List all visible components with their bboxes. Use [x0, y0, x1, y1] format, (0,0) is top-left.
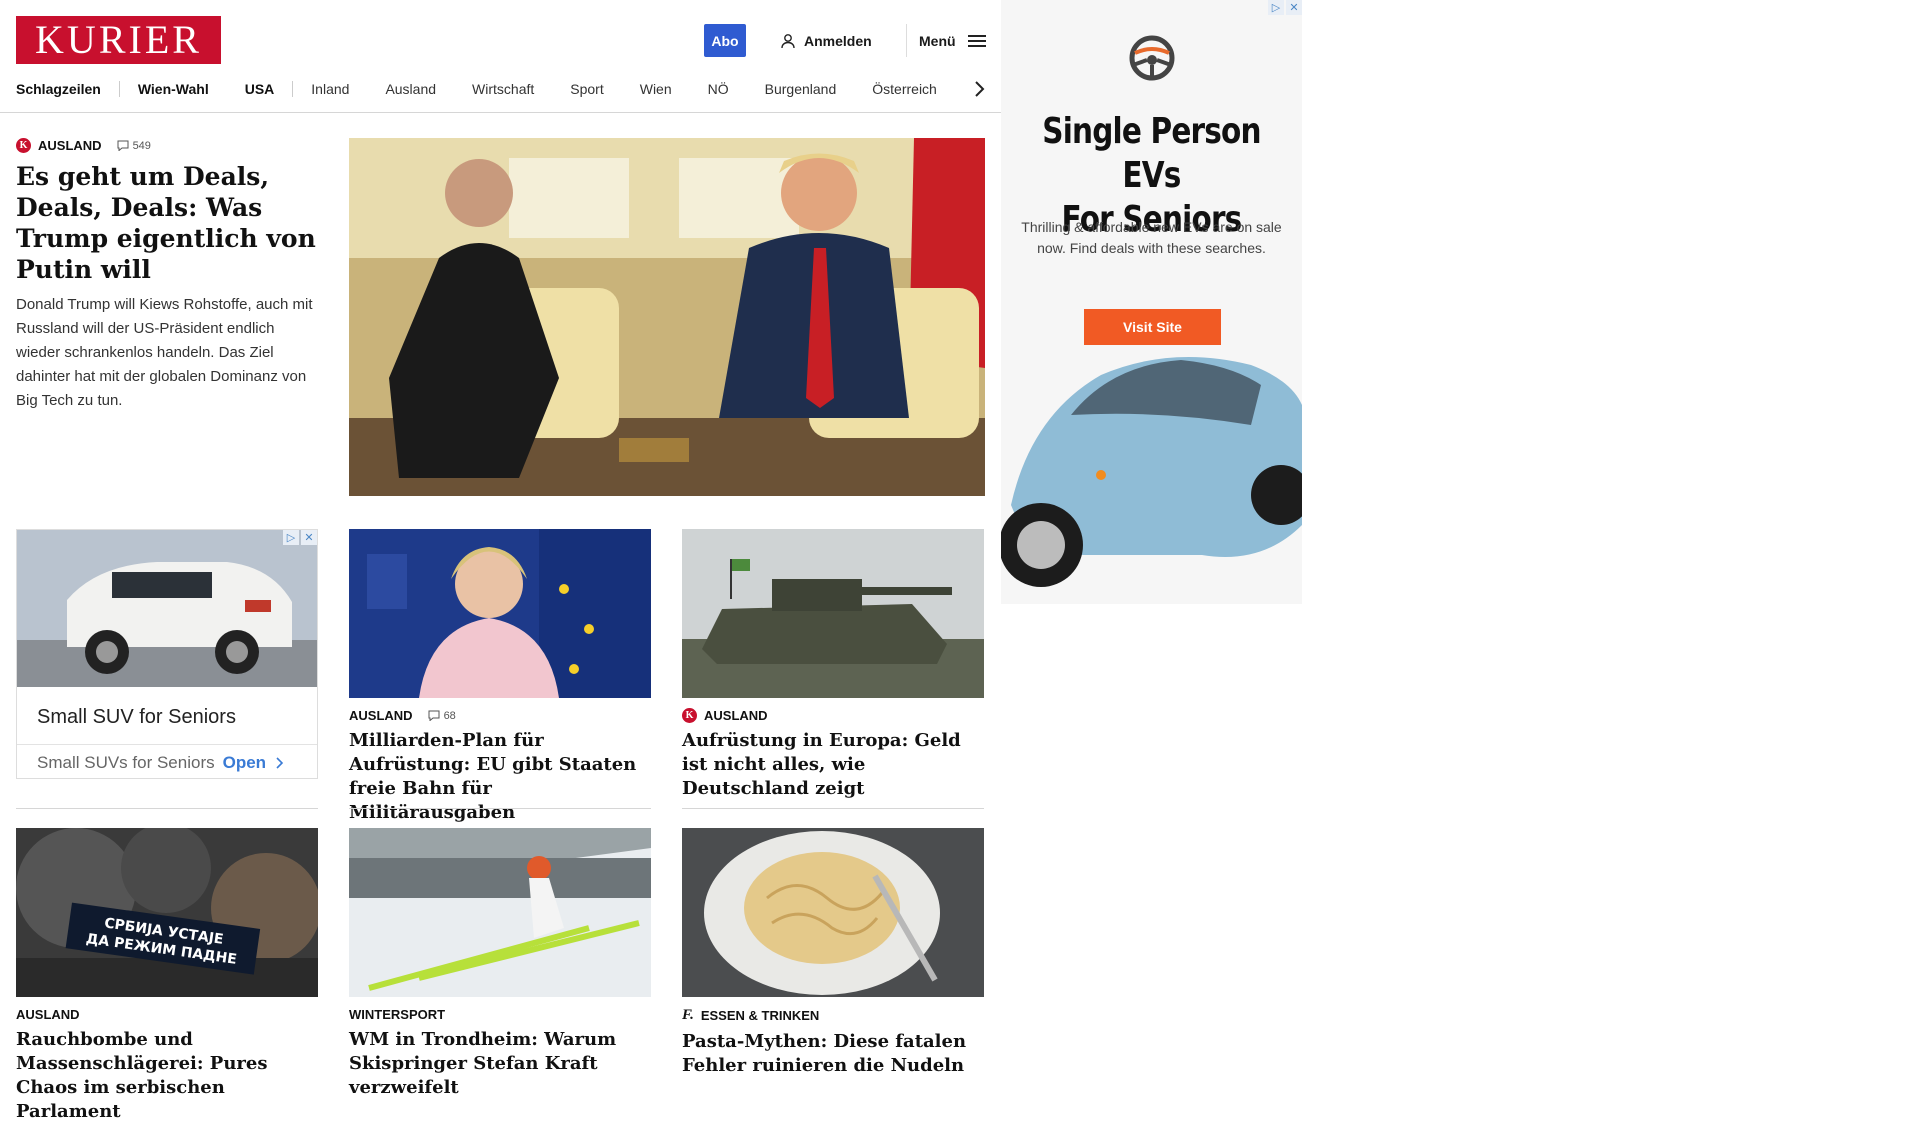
lead-title[interactable]: Es geht um Deals, Deals, Deals: Was Trum… [16, 161, 321, 285]
close-icon[interactable]: ✕ [301, 530, 317, 545]
card-kicker-label: AUSLAND [704, 708, 768, 723]
nav-item-noe[interactable]: NÖ [690, 81, 747, 97]
nav-item-wien[interactable]: Wien [622, 81, 690, 97]
abo-button[interactable]: Abo [704, 24, 746, 57]
ev-ad-title-line1: Single Person EVs [1042, 111, 1261, 196]
nav-item-oesterreich[interactable]: Österreich [854, 81, 955, 97]
nav-item-usa[interactable]: USA [227, 81, 293, 97]
ev-car-image [1001, 357, 1302, 587]
kurier-logo[interactable]: KURIER [16, 16, 221, 64]
sponsored-suv-ad[interactable]: ▷ ✕ Small SUV for Seniors Small SUVs for … [16, 529, 318, 779]
card-photo-serbia[interactable]: СРБИЈА УСТАЈЕ ДА РЕЖИМ ПАДНЕ [16, 828, 318, 997]
card-photo-eu[interactable] [349, 529, 651, 698]
card-kicker: WINTERSPORT [349, 1007, 651, 1022]
suv-ad-image [17, 530, 317, 687]
article-card-serbien[interactable]: AUSLAND Rauchbombe und Massenschlägerei:… [16, 997, 318, 1124]
card-kicker-label: AUSLAND [16, 1007, 80, 1022]
close-icon[interactable]: ✕ [1286, 0, 1302, 15]
freizeit-icon: f. [682, 1007, 694, 1023]
card-title[interactable]: Pasta-Mythen: Diese fatalen Fehler ruini… [682, 1030, 984, 1078]
nav-item-schlagzeilen[interactable]: Schlagzeilen [16, 81, 119, 97]
card-kicker: AUSLAND 68 [349, 708, 651, 723]
suv-ad-title: Small SUV for Seniors [37, 706, 236, 728]
adchoices-icon[interactable]: ▷ [283, 530, 299, 545]
menu-button[interactable]: Menü [906, 24, 986, 57]
article-card-skispringen[interactable]: WINTERSPORT WM in Trondheim: Warum Skisp… [349, 997, 651, 1100]
card-photo-pasta[interactable] [682, 828, 984, 997]
ev-ad[interactable]: ▷ ✕ Single Person EVs For Seniors Thrilli… [1001, 0, 1302, 604]
nav-item-wirtschaft[interactable]: Wirtschaft [454, 81, 552, 97]
card-title[interactable]: Rauchbombe und Massenschlägerei: Pures C… [16, 1028, 318, 1124]
suv-ad-subtitle: Small SUVs for Seniors [37, 752, 215, 772]
suv-ad-open-link[interactable]: Open [223, 753, 266, 773]
chevron-right-icon [276, 756, 284, 769]
card-kicker-label: AUSLAND [349, 708, 413, 723]
lead-photo[interactable] [349, 138, 985, 496]
ad-choices[interactable]: ▷ ✕ [1268, 0, 1302, 15]
card-title[interactable]: Milliarden-Plan für Aufrüstung: EU gibt … [349, 729, 651, 825]
article-card-eu[interactable]: AUSLAND 68 Milliarden-Plan für Aufrüstun… [349, 698, 651, 825]
comment-count-value: 68 [443, 709, 456, 722]
article-card-pasta[interactable]: f. ESSEN & TRINKEN Pasta-Mythen: Diese f… [682, 997, 984, 1078]
card-title[interactable]: Aufrüstung in Europa: Geld ist nicht all… [682, 729, 984, 801]
comment-count-value: 549 [132, 139, 151, 152]
row-divider [682, 808, 984, 809]
card-kicker: f. ESSEN & TRINKEN [682, 1007, 984, 1024]
nav-item-inland[interactable]: Inland [293, 81, 367, 97]
lead-kicker-label: AUSLAND [38, 138, 102, 153]
ad-choices[interactable]: ▷ ✕ [283, 530, 317, 545]
header-divider [0, 112, 1001, 113]
hamburger-icon [967, 34, 986, 47]
comment-count[interactable]: 549 [117, 140, 151, 152]
nav-item-sport[interactable]: Sport [552, 81, 621, 97]
login-button[interactable]: Anmelden [780, 24, 872, 57]
card-kicker-label: WINTERSPORT [349, 1007, 446, 1022]
login-label: Anmelden [804, 32, 872, 49]
user-icon [781, 33, 795, 48]
menu-label: Menü [919, 32, 956, 49]
adchoices-icon[interactable]: ▷ [1268, 0, 1284, 15]
card-photo-skijump[interactable] [349, 828, 651, 997]
nav-item-ausland[interactable]: Ausland [367, 81, 454, 97]
comment-icon [117, 140, 129, 151]
comment-count[interactable]: 68 [428, 710, 456, 722]
comment-icon [428, 710, 440, 721]
lead-teaser: Donald Trump will Kiews Rohstoffe, auch … [16, 296, 313, 409]
suv-ad-footer[interactable]: Small SUVs for Seniors Open [17, 744, 317, 778]
card-photo-tank[interactable] [682, 529, 984, 698]
lead-kicker: K AUSLAND 549 [16, 138, 321, 153]
card-title[interactable]: WM in Trondheim: Warum Skispringer Stefa… [349, 1028, 651, 1100]
chevron-right-icon[interactable] [972, 76, 986, 102]
ev-ad-text: Thrilling & affordable new EVs are on sa… [1021, 219, 1282, 256]
kurier-plus-icon: K [16, 138, 31, 153]
kurier-plus-icon: K [682, 708, 697, 723]
lead-article[interactable]: K AUSLAND 549 Es geht um Deals, Deals, D… [16, 138, 321, 413]
card-kicker-label: ESSEN & TRINKEN [700, 1008, 820, 1023]
card-kicker: K AUSLAND [682, 708, 984, 723]
row-divider [349, 808, 651, 809]
steering-wheel-icon [1129, 35, 1175, 81]
nav-item-wien-wahl[interactable]: Wien-Wahl [120, 81, 227, 97]
article-card-aufruestung[interactable]: K AUSLAND Aufrüstung in Europa: Geld ist… [682, 698, 984, 801]
card-kicker: AUSLAND [16, 1007, 318, 1022]
row-divider [16, 808, 318, 809]
nav-item-burgenland[interactable]: Burgenland [747, 81, 855, 97]
section-nav: Schlagzeilen Wien-Wahl USA Inland Auslan… [16, 76, 986, 102]
